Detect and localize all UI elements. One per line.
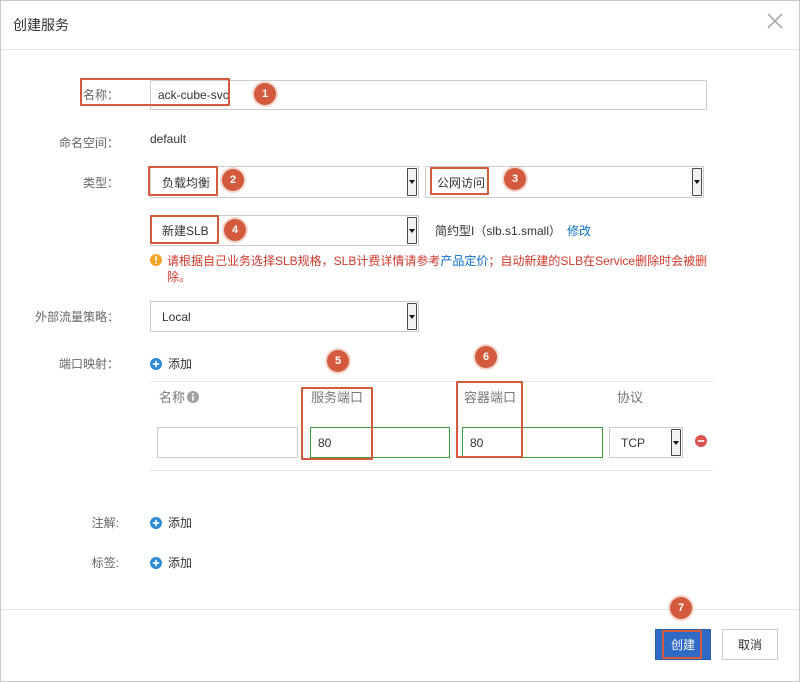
plus-circle-icon — [150, 358, 162, 370]
column-header-protocol: 协议 — [617, 390, 644, 405]
add-port-mapping-button[interactable]: 添加 — [150, 356, 210, 372]
service-type-select[interactable]: 负载均衡 — [150, 166, 419, 198]
plus-circle-icon — [150, 557, 162, 569]
traffic-policy-value: Local — [162, 309, 191, 324]
step-marker-2: 2 — [222, 169, 244, 191]
plus-circle-icon — [150, 517, 162, 529]
access-type-value: 公网访问 — [437, 175, 486, 190]
add-annotation-button[interactable]: 添加 — [150, 515, 210, 531]
name-label: 名称： — [82, 88, 119, 102]
type-label: 类型： — [82, 176, 119, 190]
chevron-down-icon — [407, 303, 417, 330]
chevron-down-icon — [407, 168, 417, 196]
port-table-top-border — [150, 381, 713, 382]
add-port-mapping-label: 添加 — [168, 357, 193, 371]
step-marker-7: 7 — [670, 597, 692, 619]
slb-select[interactable]: 新建SLB — [150, 215, 419, 246]
step-marker-5: 5 — [327, 350, 349, 372]
add-label-button[interactable]: 添加 — [150, 555, 210, 571]
port-mapping-label: 端口映射： — [58, 357, 119, 371]
chevron-down-icon — [692, 168, 702, 196]
traffic-policy-select[interactable]: Local — [150, 301, 419, 332]
slb-value: 新建SLB — [162, 224, 209, 238]
container-port-input[interactable] — [462, 427, 603, 458]
chevron-down-icon — [407, 217, 417, 244]
pricing-link[interactable]: 产品定价 — [440, 254, 488, 268]
namespace-value: default — [150, 132, 187, 146]
column-header-service-port: 服务端口 — [311, 390, 364, 405]
slb-notice-text-before: 请根据自己业务选择SLB规格，SLB计费详情请参考 — [167, 254, 441, 268]
column-header-name: 名称 — [159, 390, 186, 405]
slb-spec: 简约型I（slb.s1.small） — [435, 224, 562, 238]
warning-icon — [150, 254, 162, 266]
add-annotation-label: 添加 — [168, 516, 193, 530]
service-port-input[interactable] — [310, 427, 450, 458]
header-divider — [1, 49, 799, 50]
step-marker-3: 3 — [504, 168, 526, 190]
service-name-input[interactable] — [150, 80, 707, 110]
slb-notice: 请根据自己业务选择SLB规格，SLB计费详情请参考产品定价；自动新建的SLB在S… — [167, 253, 715, 285]
annotations-label: 注解: — [91, 516, 119, 530]
create-service-dialog: 创建服务 名称： 命名空间： default 类型： 负载均衡 公网访问 新建S… — [0, 0, 800, 682]
service-type-value: 负载均衡 — [162, 175, 211, 190]
cancel-button[interactable]: 取消 — [722, 629, 778, 660]
close-icon[interactable] — [766, 12, 784, 30]
port-name-input[interactable] — [157, 427, 298, 458]
access-type-select[interactable]: 公网访问 — [425, 166, 704, 198]
labels-label: 标签: — [91, 556, 119, 570]
step-marker-6: 6 — [475, 346, 497, 368]
protocol-select[interactable]: TCP — [609, 427, 683, 458]
protocol-value: TCP — [621, 435, 645, 450]
step-marker-1: 1 — [254, 83, 276, 105]
dialog-title: 创建服务 — [13, 17, 69, 33]
namespace-label: 命名空间： — [58, 136, 119, 150]
info-icon[interactable] — [187, 391, 199, 403]
add-label-label: 添加 — [168, 556, 193, 570]
minus-circle-icon[interactable] — [695, 435, 707, 447]
step-marker-4: 4 — [224, 219, 246, 241]
column-header-container-port: 容器端口 — [464, 390, 517, 405]
create-button[interactable]: 创建 — [655, 629, 711, 660]
traffic-policy-label: 外部流量策略： — [34, 310, 119, 324]
port-table-bottom-border — [150, 470, 713, 471]
chevron-down-icon — [671, 429, 681, 456]
modify-slb-link[interactable]: 修改 — [567, 223, 591, 239]
